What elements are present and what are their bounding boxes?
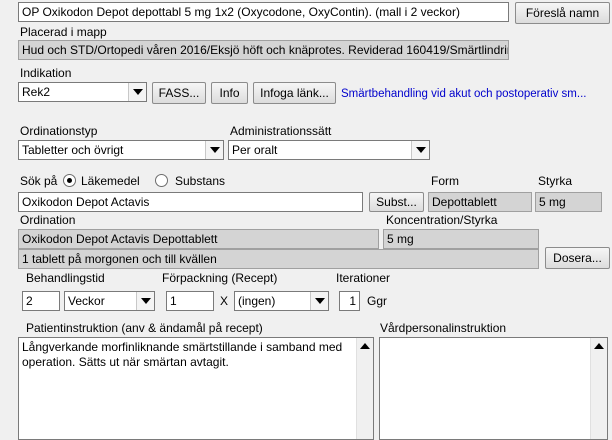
- form-label: Form: [431, 174, 459, 188]
- radio-drug[interactable]: [63, 174, 76, 187]
- radio-substance[interactable]: [155, 174, 168, 187]
- iterations-input[interactable]: 1: [339, 291, 360, 311]
- package-selected-value: (ingen): [238, 294, 276, 308]
- indication-selected-value: Rek2: [22, 85, 51, 99]
- indication-link[interactable]: Smärtbehandling vid akut och postoperati…: [341, 88, 607, 100]
- scrollbar[interactable]: [590, 338, 607, 439]
- duration-unit-value: Veckor: [68, 294, 105, 308]
- admin-route-label: Administrationssätt: [230, 124, 332, 138]
- radio-substance-label[interactable]: Substans: [175, 174, 225, 188]
- insert-link-button[interactable]: Infoga länk...: [253, 82, 336, 104]
- admin-route-select[interactable]: Per oralt: [228, 140, 430, 160]
- package-select[interactable]: (ingen): [234, 291, 329, 311]
- staff-instruction-textarea[interactable]: [379, 337, 608, 440]
- order-type-label: Ordinationstyp: [20, 124, 98, 138]
- patient-instruction-text: Långverkande morfinliknande smärtstillan…: [22, 340, 343, 369]
- radio-drug-label[interactable]: Läkemedel: [81, 174, 140, 188]
- search-input[interactable]: Oxikodon Depot Actavis: [18, 192, 363, 212]
- times-symbol: X: [220, 294, 229, 308]
- ordination-label: Ordination: [20, 213, 76, 227]
- dosage-text-field: 1 tablett på morgonen och till kvällen: [18, 249, 539, 269]
- order-type-selected-value: Tabletter och övrigt: [22, 143, 124, 157]
- indication-label: Indikation: [20, 66, 72, 80]
- package-qty-input[interactable]: 1: [166, 291, 214, 311]
- fass-button[interactable]: FASS...: [152, 82, 206, 104]
- iterations-label: Iterationer: [336, 271, 391, 285]
- folder-label: Placerad i mapp: [20, 25, 107, 39]
- search-label: Sök på: [20, 174, 58, 188]
- admin-route-selected-value: Per oralt: [232, 143, 278, 157]
- chevron-down-icon[interactable]: [411, 141, 429, 159]
- order-type-select[interactable]: Tabletter och övrigt: [18, 140, 224, 160]
- form-field: Depottablett: [428, 192, 532, 212]
- chevron-down-icon[interactable]: [128, 83, 146, 101]
- indication-select[interactable]: Rek2: [18, 82, 147, 102]
- info-button[interactable]: Info: [211, 82, 248, 104]
- chevron-down-icon[interactable]: [310, 292, 328, 310]
- iterations-unit: Ggr: [367, 294, 388, 308]
- strength-label: Styrka: [538, 174, 573, 188]
- subst-button[interactable]: Subst...: [369, 192, 424, 212]
- scroll-up-icon[interactable]: [591, 338, 607, 354]
- patient-instruction-label: Patientinstruktion (anv & ändamål på rec…: [26, 321, 263, 335]
- concentration-label: Koncentration/Styrka: [386, 213, 498, 227]
- staff-instruction-label: Vårdpersonalinstruktion: [380, 321, 507, 335]
- dose-button[interactable]: Dosera...: [545, 247, 610, 269]
- duration-label: Behandlingstid: [26, 271, 105, 285]
- chevron-down-icon[interactable]: [136, 292, 154, 310]
- ordination-field: Oxikodon Depot Actavis Depottablett: [18, 229, 379, 249]
- drug-name-input[interactable]: OP Oxikodon Depot depottabl 5 mg 1x2 (Ox…: [18, 2, 509, 22]
- duration-unit-select[interactable]: Veckor: [64, 291, 155, 311]
- suggest-name-button[interactable]: Föreslå namn: [515, 2, 610, 24]
- folder-path-field: Hud och STD/Ortopedi våren 2016/Eksjö hö…: [18, 40, 509, 60]
- concentration-field: 5 mg: [383, 229, 539, 249]
- patient-instruction-textarea[interactable]: Långverkande morfinliknande smärtstillan…: [18, 337, 374, 440]
- scrollbar[interactable]: [356, 338, 373, 439]
- duration-input[interactable]: 2: [22, 291, 60, 311]
- chevron-down-icon[interactable]: [205, 141, 223, 159]
- scroll-up-icon[interactable]: [357, 338, 373, 354]
- strength-field: 5 mg: [535, 192, 602, 212]
- package-label: Förpackning (Recept): [162, 271, 278, 285]
